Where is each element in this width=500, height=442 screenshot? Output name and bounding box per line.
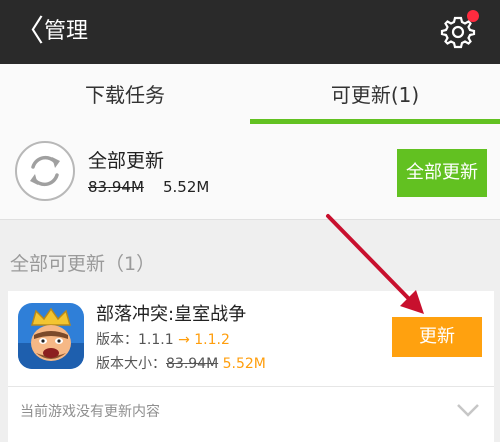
version-arrow-icon: → bbox=[178, 332, 190, 348]
section-label: 全部可更新（1） bbox=[10, 253, 156, 275]
version-label: 版本： bbox=[96, 332, 138, 348]
refresh-icon bbox=[15, 141, 75, 201]
app-name: 部落冲突:皇室战争 bbox=[96, 304, 247, 325]
tab-download-tasks[interactable]: 下载任务 bbox=[0, 64, 250, 126]
update-note: 当前游戏没有更新内容 bbox=[20, 404, 160, 420]
update-all-button[interactable]: 全部更新 bbox=[397, 149, 487, 197]
new-size: 5.52M bbox=[162, 178, 210, 196]
divider bbox=[8, 386, 494, 387]
app-header: 〈 管理 bbox=[0, 0, 500, 64]
update-button[interactable]: 更新 bbox=[392, 317, 482, 357]
new-version: 1.1.2 bbox=[194, 332, 230, 348]
app-icon[interactable] bbox=[18, 303, 84, 369]
page-title: 管理 bbox=[44, 19, 89, 44]
app-size: 版本大小：83.94M 5.52M bbox=[96, 354, 266, 374]
update-all-title: 全部更新 bbox=[88, 150, 165, 172]
tab-updatable[interactable]: 可更新(1) bbox=[250, 64, 500, 126]
app-old-size: 83.94M bbox=[166, 356, 219, 372]
chevron-left-icon[interactable]: 〈 bbox=[14, 14, 44, 50]
tab-bar: 下载任务 可更新(1) bbox=[0, 64, 500, 127]
old-size: 83.94M bbox=[88, 178, 144, 196]
app-version: 版本：1.1.1 → 1.1.2 bbox=[96, 330, 230, 350]
active-tab-indicator bbox=[250, 119, 500, 124]
size-label: 版本大小： bbox=[96, 356, 166, 372]
chevron-down-icon[interactable] bbox=[456, 402, 480, 418]
old-version: 1.1.1 bbox=[138, 332, 174, 348]
notification-dot bbox=[467, 10, 479, 22]
annotation-arrow-icon bbox=[326, 214, 424, 314]
update-all-sizes: 83.94M 5.52M bbox=[88, 176, 209, 198]
app-new-size: 5.52M bbox=[222, 356, 266, 372]
